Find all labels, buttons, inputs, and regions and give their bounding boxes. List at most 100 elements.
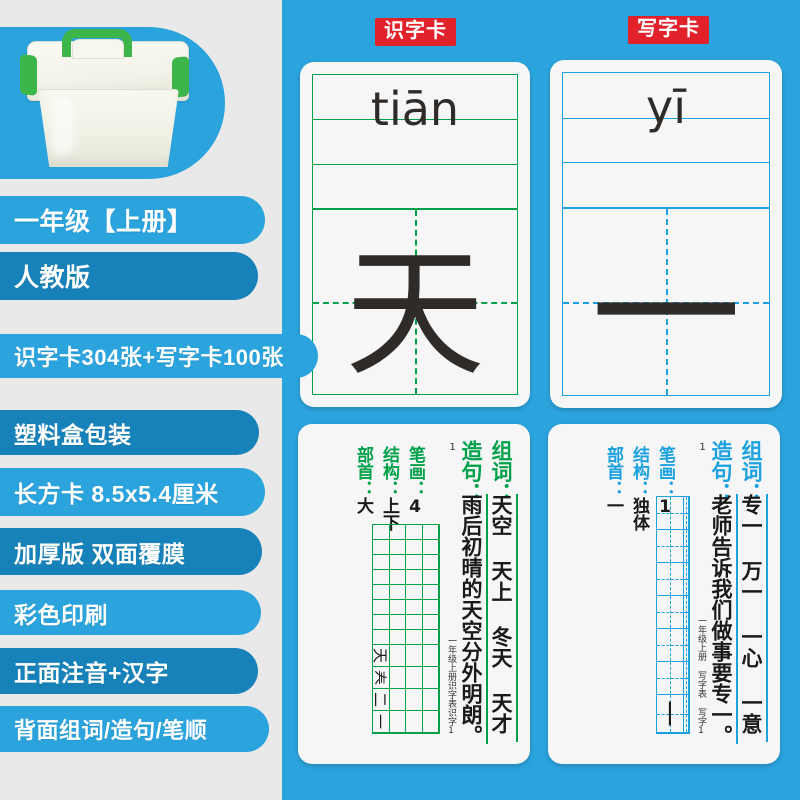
badge-literacy-card: 识字卡 xyxy=(375,18,456,46)
stroke-grid-cell: 一 xyxy=(653,695,685,733)
words-value: 专一 万一 一心 一意 xyxy=(739,494,763,734)
cell-horizontal-dash xyxy=(684,579,688,580)
stroke-step-3: 天 xyxy=(371,647,390,664)
stroke-grid-cell xyxy=(684,596,689,629)
pinyin-text: tiān xyxy=(370,81,460,136)
stroke-grid-cell xyxy=(657,563,685,596)
flashcard-back-literacy[interactable]: 组词： 天空 天上 冬天 天才 造句： 雨后初晴的天空分外明朗。 笔画：4 结构：上下 部首… xyxy=(298,424,530,764)
info-structure: 结构：独体 xyxy=(627,446,652,531)
right-blue-panel: 识字卡 写字卡 tiān 天 yī 一组词： 天空 天上 冬天 天才 造句： 雨后初晴的天空分… xyxy=(282,0,800,800)
feature-pill-5: 加厚版 双面覆膜 xyxy=(0,528,262,575)
info-strokes-label: 笔画： xyxy=(655,446,675,497)
product-photo xyxy=(0,27,225,179)
stroke-grid-cell xyxy=(684,530,689,563)
cell-horizontal-dash xyxy=(684,645,688,646)
card-footer: 一年级上册 写字表 写字1 xyxy=(696,616,706,736)
info-strokes-label: 笔画： xyxy=(405,446,425,497)
info-radical-value: 大 xyxy=(353,497,373,514)
feature-pill-0: 一年级【上册】 xyxy=(0,196,265,244)
stroke-grid-cell xyxy=(657,662,685,695)
flashcard-front-literacy[interactable]: tiān 天 xyxy=(300,62,530,407)
stroke-grid-cell xyxy=(389,667,406,689)
stroke-grid-cell xyxy=(373,540,390,555)
cell-horizontal-dash xyxy=(657,612,684,613)
info-radical: 部首：大 xyxy=(351,446,376,514)
stroke-grid-cell xyxy=(373,570,390,585)
stroke-grid-cell xyxy=(422,600,439,615)
feature-pill-7: 正面注音+汉字 xyxy=(0,648,258,694)
info-radical-label: 部首： xyxy=(603,446,623,497)
stroke-grid-cell xyxy=(373,525,390,540)
stroke-grid-cell: 二 xyxy=(371,689,390,711)
words-underline xyxy=(516,494,518,742)
stroke-grid-cell xyxy=(684,662,689,695)
pinyin-staff: yī xyxy=(562,72,770,209)
cell-horizontal-dash xyxy=(657,645,684,646)
stroke-grid-cell xyxy=(389,645,406,667)
feature-pill-3: 塑料盒包装 xyxy=(0,410,259,455)
stroke-grid-cell xyxy=(406,689,423,711)
stroke-grid-cell xyxy=(422,570,439,585)
pinyin-staff-line-1 xyxy=(313,163,517,165)
feature-pill-label: 长方卡 8.5x5.4厘米 xyxy=(14,481,219,507)
pinyin-text: yī xyxy=(645,79,686,134)
stroke-grid-cell xyxy=(406,645,423,667)
feature-pill-label: 人教版 xyxy=(14,264,91,292)
feature-pill-label: 加厚版 双面覆膜 xyxy=(14,540,186,567)
stroke-grid-cell xyxy=(389,525,406,540)
stroke-grid-cell xyxy=(684,497,689,530)
stroke-grid-cell xyxy=(422,615,439,630)
storage-box-clip-left xyxy=(20,54,37,96)
info-strokes-value: 4 xyxy=(405,497,425,517)
storage-box-gloss xyxy=(52,97,74,155)
stroke-grid-cell xyxy=(389,630,406,645)
info-radical-value: 一 xyxy=(603,497,623,514)
hanzi-character: 一 xyxy=(590,228,741,403)
badge-writing-card: 写字卡 xyxy=(628,16,709,44)
feature-pill-8: 背面组词/造句/笔顺 xyxy=(0,706,269,752)
info-radical: 部首：一 xyxy=(601,446,626,514)
stroke-grid-cell xyxy=(684,563,689,596)
stroke-grid-cell: 𡗗 xyxy=(371,667,390,689)
card-back-content: 组词： 天空 天上 冬天 天才 造句： 雨后初晴的天空分外明朗。 笔画：4 结构：上下 部首… xyxy=(308,434,520,754)
stroke-grid-cell xyxy=(389,711,406,733)
stroke-grid-cell xyxy=(422,525,439,540)
stroke-grid-cell xyxy=(389,570,406,585)
card-front-content: yī 一 xyxy=(562,72,770,403)
stroke-grid-cell xyxy=(657,629,685,662)
info-strokes: 笔画：4 xyxy=(403,446,428,517)
feature-pill-label: 识字卡304张+写字卡100张 xyxy=(14,345,284,370)
info-radical-label: 部首： xyxy=(353,446,373,497)
cell-horizontal-dash xyxy=(684,546,688,547)
cell-horizontal-dash xyxy=(684,513,688,514)
flashcard-front-writing[interactable]: yī 一 xyxy=(550,60,782,408)
stroke-grid-cell xyxy=(657,596,685,629)
character-grid: 天 xyxy=(312,208,518,396)
stroke-grid-cell xyxy=(373,555,390,570)
stroke-grid-cell xyxy=(406,667,423,689)
feature-pill-label: 背面组词/造句/笔顺 xyxy=(14,718,208,743)
stroke-grid-cell: 一 xyxy=(371,711,390,733)
stroke-grid-cell xyxy=(422,630,439,645)
sentence-value: 雨后初晴的天空分外明朗。 xyxy=(459,494,483,746)
stroke-grid-cell xyxy=(389,600,406,615)
character-grid: 一 xyxy=(562,208,770,403)
storage-box-handle-inner xyxy=(72,39,124,59)
words-underline xyxy=(766,494,768,742)
sentence-underline xyxy=(486,494,488,744)
info-structure-label: 结构： xyxy=(629,446,649,497)
stroke-grid-cell xyxy=(406,630,423,645)
cell-horizontal-dash xyxy=(657,678,684,679)
stroke-grid-cell xyxy=(373,600,390,615)
words-value: 天空 天上 冬天 天才 xyxy=(489,494,513,734)
stroke-grid-cell xyxy=(657,530,685,563)
stroke-step-1: 二 xyxy=(371,691,390,708)
stroke-grid-cell xyxy=(389,540,406,555)
sentence-value: 老师告诉我们做事要专一。 xyxy=(709,494,733,746)
stroke-grid-cell xyxy=(389,585,406,600)
cell-horizontal-dash xyxy=(657,513,684,514)
stroke-grid-cell xyxy=(422,711,439,733)
stroke-step-0: 一 xyxy=(371,713,390,730)
flashcard-back-writing[interactable]: 组词： 专一 万一 一心 一意 造句： 老师告诉我们做事要专一。 笔画：1 结构：独体 部首… xyxy=(548,424,780,764)
stroke-grid-cell xyxy=(422,555,439,570)
